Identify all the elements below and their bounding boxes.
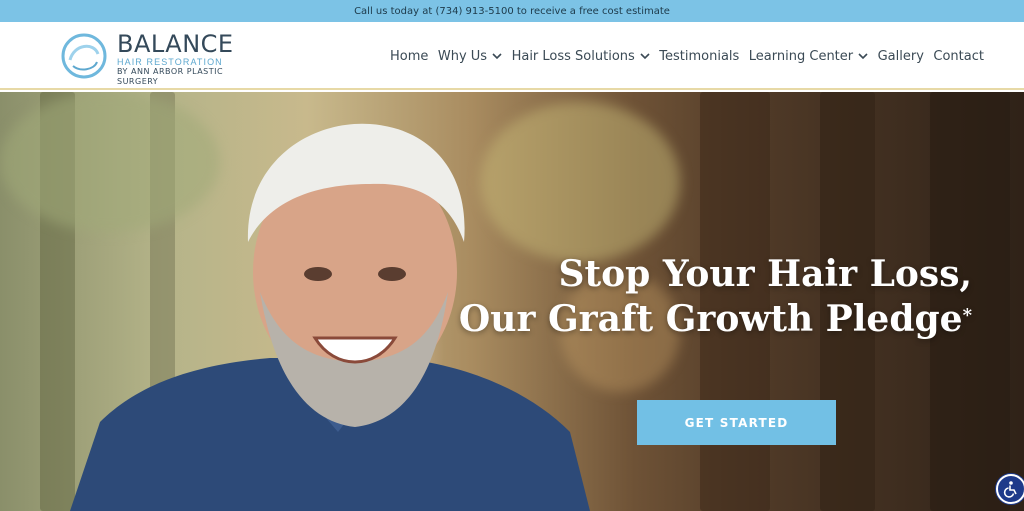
nav-item-gallery[interactable]: Gallery xyxy=(878,49,924,64)
circle-swirl-icon xyxy=(61,33,107,79)
hero-headline-line2-text: Our Graft Growth Pledge xyxy=(458,298,963,340)
site-header: BALANCE HAIR RESTORATION BY ANN ARBOR PL… xyxy=(0,22,1024,90)
nav-item-hair-loss-solutions[interactable]: Hair Loss Solutions xyxy=(512,49,650,64)
nav-item-label: Why Us xyxy=(437,48,488,64)
nav-item-why-us[interactable]: Why Us xyxy=(438,49,502,64)
chevron-down-icon xyxy=(858,52,868,59)
get-started-button[interactable]: GET STARTED xyxy=(637,400,836,445)
nav-item-learning-center[interactable]: Learning Center xyxy=(749,49,868,64)
nav-item-label: Contact xyxy=(933,48,984,64)
nav-item-testimonials[interactable]: Testimonials xyxy=(659,49,739,64)
hero-headline-line2: Our Graft Growth Pledge* xyxy=(459,297,972,342)
main-nav: Home Why Us Hair Loss Solutions Testimon… xyxy=(390,22,984,90)
announcement-text: Call us today at (734) 913-5100 to recei… xyxy=(354,5,670,17)
logo-text: BALANCE HAIR RESTORATION BY ANN ARBOR PL… xyxy=(117,32,250,87)
hero-banner: Stop Your Hair Loss, Our Graft Growth Pl… xyxy=(0,92,1024,511)
logo-subtitle: HAIR RESTORATION xyxy=(117,57,223,67)
chevron-down-icon xyxy=(640,52,650,59)
site-logo[interactable]: BALANCE HAIR RESTORATION BY ANN ARBOR PL… xyxy=(60,30,250,86)
nav-item-label: Learning Center xyxy=(748,48,854,64)
logo-title: BALANCE xyxy=(117,30,234,58)
nav-item-label: Home xyxy=(390,48,429,64)
logo-byline: BY ANN ARBOR PLASTIC SURGERY xyxy=(117,67,224,86)
chevron-down-icon xyxy=(492,52,502,59)
nav-item-label: Gallery xyxy=(877,48,924,64)
nav-item-home[interactable]: Home xyxy=(390,49,428,64)
nav-item-contact[interactable]: Contact xyxy=(933,49,984,64)
accessibility-button[interactable] xyxy=(996,474,1024,504)
wheelchair-icon xyxy=(1003,481,1017,498)
hero-headline: Stop Your Hair Loss, Our Graft Growth Pl… xyxy=(459,252,972,342)
hero-headline-line1: Stop Your Hair Loss, xyxy=(558,253,972,295)
nav-item-label: Hair Loss Solutions xyxy=(511,48,635,64)
asterisk-marker: * xyxy=(962,305,972,326)
top-announcement-bar: Call us today at (734) 913-5100 to recei… xyxy=(0,0,1024,22)
nav-item-label: Testimonials xyxy=(659,48,740,64)
